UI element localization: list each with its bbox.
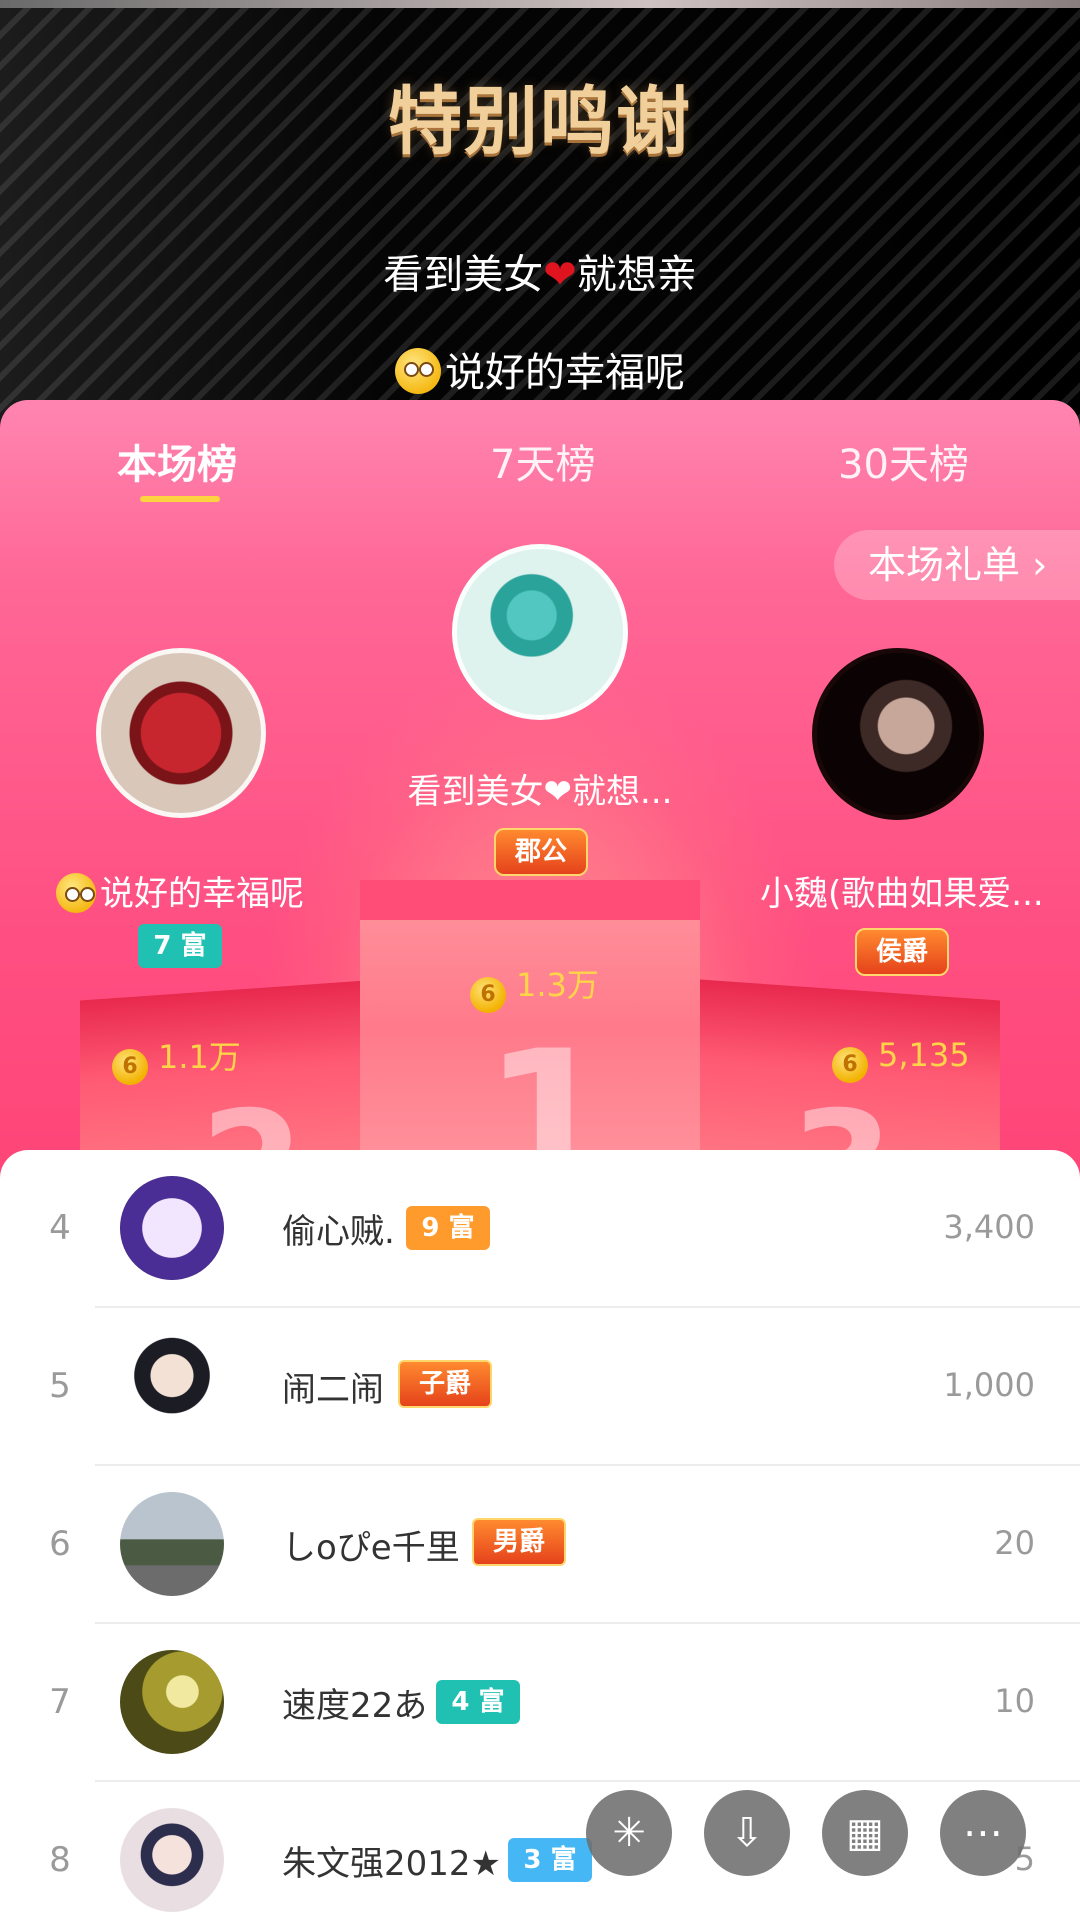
second-name-text: 说好的幸福呢: [100, 874, 304, 914]
rank-number: 6: [49, 1524, 71, 1564]
user-avatar[interactable]: [120, 1334, 224, 1438]
header-title: 特别鸣谢: [388, 79, 692, 165]
rank-number: 5: [49, 1366, 71, 1406]
list-item[interactable]: 5 闹二闹 子爵 1,000: [0, 1308, 1080, 1466]
eye-roll-emoji-icon: [395, 348, 441, 394]
user-avatar[interactable]: [120, 1176, 224, 1280]
heart-icon: ❤: [543, 252, 577, 298]
contribution-value: 3,400: [943, 1208, 1035, 1246]
second-score: 6 1.1万: [112, 1032, 241, 1085]
top-line: [0, 0, 1080, 8]
thanks-header: 特别鸣谢 看到美女❤就想亲 说好的幸福呢: [0, 0, 1080, 430]
noble-badge: 子爵: [398, 1360, 492, 1408]
tab-7-days[interactable]: 7天榜: [490, 432, 595, 490]
first-name[interactable]: 看到美女❤就想...: [390, 764, 690, 813]
contribution-value: 10: [994, 1682, 1035, 1720]
third-badge: 侯爵: [855, 928, 949, 976]
list-item[interactable]: 4 偷心贼. 9 富 3,400: [0, 1150, 1080, 1308]
user-name: 偷心贼.: [282, 1212, 395, 1252]
rank-number: 8: [49, 1840, 71, 1880]
wealth-badge: 3 富: [508, 1838, 592, 1882]
list-item[interactable]: 8 朱文强2012★ 3 富 5: [0, 1782, 1080, 1920]
user-avatar[interactable]: [120, 1650, 224, 1754]
download-icon: ⇩: [730, 1810, 764, 1856]
active-tab-underline: [140, 496, 220, 502]
contribution-value: 1,000: [943, 1366, 1035, 1404]
second-score-value: 1.1万: [158, 1038, 241, 1076]
download-button[interactable]: ⇩: [704, 1790, 790, 1876]
thanks-line-1: 看到美女❤就想亲: [0, 242, 1080, 300]
list-item[interactable]: 6 しoぴe千里 男爵 20: [0, 1466, 1080, 1624]
thanks-line-1-text: 看到美女: [383, 252, 544, 298]
wealth-badge: 9 富: [406, 1206, 490, 1250]
third-score: 6 5,135: [832, 1036, 970, 1083]
rank-number: 4: [49, 1208, 71, 1248]
podium-first-top: [360, 880, 700, 920]
coin-icon: 6: [112, 1049, 148, 1085]
contribution-value: 20: [994, 1524, 1035, 1562]
user-avatar[interactable]: [120, 1492, 224, 1596]
avatar-third[interactable]: [812, 648, 984, 820]
avatar-second[interactable]: [96, 648, 266, 818]
grid-icon: ▦: [846, 1810, 884, 1856]
eye-roll-emoji-icon: [56, 873, 96, 913]
grid-button[interactable]: ▦: [822, 1790, 908, 1876]
avatar-first[interactable]: [452, 544, 628, 720]
gift-list-button[interactable]: 本场礼单 ›: [834, 530, 1080, 600]
thanks-line-2-text: 说好的幸福呢: [445, 350, 685, 396]
second-badge: 7 富: [138, 924, 222, 968]
thanks-line-1-text-end: 就想亲: [576, 252, 697, 298]
tab-current-show[interactable]: 本场榜: [117, 432, 237, 490]
third-name[interactable]: 小魏(歌曲如果爱...: [760, 866, 1044, 915]
third-score-value: 5,135: [878, 1036, 970, 1074]
coin-icon: 6: [832, 1047, 868, 1083]
user-name: 速度22あ: [282, 1686, 428, 1726]
coin-icon: 6: [470, 977, 506, 1013]
more-icon: ⋯: [963, 1810, 1003, 1856]
user-name: 朱文强2012★: [282, 1844, 502, 1884]
first-badge: 郡公: [494, 828, 588, 876]
noble-badge: 男爵: [472, 1518, 566, 1566]
ranking-tabs: 本场榜 7天榜 30天榜: [0, 400, 1080, 530]
rank-number: 7: [49, 1682, 71, 1722]
second-name[interactable]: 说好的幸福呢: [40, 866, 320, 915]
tab-30-days[interactable]: 30天榜: [838, 432, 969, 490]
wealth-badge: 4 富: [436, 1680, 520, 1724]
thanks-line-2: 说好的幸福呢: [0, 340, 1080, 398]
user-avatar[interactable]: [120, 1808, 224, 1912]
user-name: しoぴe千里: [282, 1528, 460, 1568]
first-score: 6 1.3万: [470, 960, 599, 1013]
list-item[interactable]: 7 速度22あ 4 富 10: [0, 1624, 1080, 1782]
spark-icon: ✳: [612, 1810, 646, 1856]
ranking-list: 4 偷心贼. 9 富 3,400 5 闹二闹 子爵 1,000 6 しoぴe千里…: [0, 1150, 1080, 1920]
spark-button[interactable]: ✳: [586, 1790, 672, 1876]
user-name: 闹二闹: [282, 1370, 384, 1410]
more-button[interactable]: ⋯: [940, 1790, 1026, 1876]
leaderboard-page: 特别鸣谢 看到美女❤就想亲 说好的幸福呢 本场榜 7天榜 30天榜 本场礼单 ›…: [0, 0, 1080, 1920]
first-score-value: 1.3万: [516, 966, 599, 1004]
